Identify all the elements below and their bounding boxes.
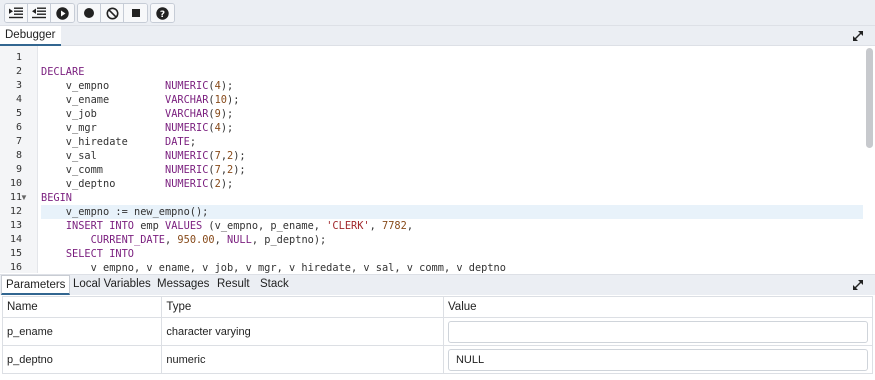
code-line: BEGIN	[41, 192, 72, 204]
line-number: 5	[15, 108, 22, 119]
step-over-icon	[32, 7, 46, 19]
code-line: v_empno NUMERIC(4);	[41, 80, 234, 92]
line-number: 7	[15, 136, 22, 147]
step-over-button[interactable]	[28, 4, 51, 22]
line-number: 16	[9, 262, 22, 273]
step-into-icon	[9, 7, 23, 19]
table-row: p_deptno numeric	[1, 345, 874, 374]
code-line: v_comm NUMERIC(7,2);	[41, 164, 246, 176]
line-number: 12	[9, 206, 22, 217]
line-number: 11	[9, 192, 22, 203]
param-value-cell	[442, 317, 874, 346]
line-number-gutter[interactable]: 1 2 3 4 5 6 7 8 9 10 11 ▼ 12 13 14 15 16	[0, 46, 38, 273]
code-line: DECLARE	[41, 66, 85, 78]
step-into-button[interactable]	[5, 4, 28, 22]
maximize-icon[interactable]	[851, 29, 865, 43]
column-header-type[interactable]: Type	[161, 296, 444, 318]
tab-result[interactable]: Result	[213, 275, 254, 295]
help-button-group: ?	[150, 3, 175, 23]
param-name: p_deptno	[1, 345, 163, 374]
code-line: v_ename VARCHAR(10);	[41, 94, 240, 106]
line-number: 10	[9, 178, 22, 189]
line-number: 8	[15, 150, 22, 161]
parameters-panel: Name Type Value p_ename character varyin…	[0, 295, 875, 380]
maximize-icon[interactable]	[851, 278, 865, 292]
line-number: 6	[15, 122, 22, 133]
column-header-value[interactable]: Value	[442, 296, 874, 318]
code-line: v_sal NUMERIC(7,2);	[41, 150, 246, 162]
param-value-cell	[442, 345, 874, 374]
debugger-tab-bar: Debugger	[0, 26, 875, 46]
line-number: 9	[15, 164, 22, 175]
line-number: 2	[15, 66, 22, 77]
svg-text:?: ?	[160, 10, 165, 20]
code-line: INSERT INTO emp VALUES (v_empno, p_ename…	[65, 220, 414, 232]
vertical-scrollbar[interactable]	[866, 48, 873, 148]
continue-icon	[56, 6, 69, 20]
results-tab-bar: Parameters Local Variables Messages Resu…	[0, 274, 875, 295]
tab-local-variables[interactable]: Local Variables	[69, 275, 155, 295]
stop-button[interactable]	[124, 4, 147, 22]
debugger-toolbar: ?	[0, 0, 875, 26]
line-number: 1	[15, 52, 22, 63]
table-row: p_ename character varying	[1, 317, 874, 346]
code-line: v_hiredate DATE;	[41, 136, 197, 148]
fold-arrow-icon[interactable]: ▼	[20, 191, 30, 205]
stop-icon	[131, 9, 140, 17]
step-button-group	[4, 3, 75, 23]
column-header-name[interactable]: Name	[1, 296, 163, 318]
line-number: 3	[15, 80, 22, 91]
current-code-line: v_empno := new_empno();	[41, 205, 863, 219]
line-number: 4	[15, 94, 22, 105]
code-line: v_empno, v_ename, v_job, v_mgr, v_hireda…	[41, 262, 506, 273]
table-header-row: Name Type Value	[1, 296, 874, 318]
code-line: v_mgr NUMERIC(4);	[41, 122, 234, 134]
parameters-table: Name Type Value p_ename character varyin…	[1, 296, 874, 374]
toggle-breakpoint-button[interactable]	[78, 4, 101, 22]
clear-breakpoints-button[interactable]	[101, 4, 124, 22]
code-line: v_job VARCHAR(9);	[41, 108, 234, 120]
breakpoint-button-group	[77, 3, 148, 23]
tab-messages[interactable]: Messages	[153, 275, 213, 295]
param-type: character varying	[161, 317, 444, 346]
param-value-input[interactable]	[447, 320, 868, 343]
toggle-breakpoint-icon	[84, 8, 94, 18]
line-number: 15	[9, 248, 22, 259]
line-number: 13	[9, 220, 22, 231]
line-number: 14	[9, 234, 22, 245]
help-button[interactable]: ?	[151, 4, 174, 22]
code-line: v_deptno NUMERIC(2);	[41, 178, 234, 190]
tab-stack[interactable]: Stack	[256, 275, 293, 295]
code-line: CURRENT_DATE, 950.00, NULL, p_deptno);	[90, 234, 327, 246]
help-icon: ?	[156, 6, 169, 20]
tab-parameters[interactable]: Parameters	[1, 275, 71, 295]
param-name: p_ename	[1, 317, 163, 346]
code-line: SELECT INTO	[65, 248, 135, 260]
code-editor[interactable]: 1 2 3 4 5 6 7 8 9 10 11 ▼ 12 13 14 15 16…	[0, 46, 875, 273]
param-value-input[interactable]	[447, 348, 868, 371]
continue-button[interactable]	[51, 4, 74, 22]
param-type: numeric	[161, 345, 444, 374]
tab-debugger[interactable]: Debugger	[0, 26, 61, 46]
clear-breakpoints-icon	[106, 7, 118, 19]
